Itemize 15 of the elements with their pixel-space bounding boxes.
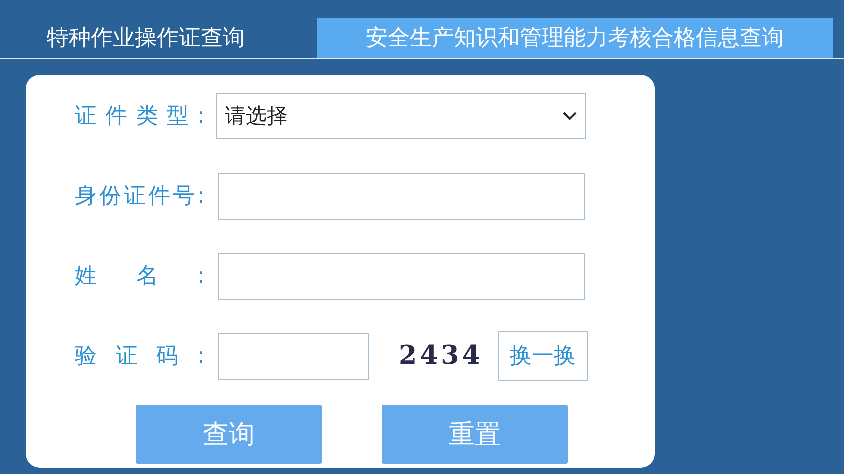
query-button[interactable]: 查询: [136, 405, 322, 464]
field-label: 姓名:: [75, 263, 205, 291]
field-label: 身份证件号:: [75, 183, 205, 211]
input-field[interactable]: [218, 252, 585, 300]
input-field[interactable]: [218, 332, 369, 380]
chevron-icon: [563, 112, 577, 120]
reset-button[interactable]: 重置: [382, 405, 568, 464]
field-label: 验证码:: [75, 343, 205, 371]
tab[interactable]: 特种作业操作证查询: [0, 18, 292, 58]
tab[interactable]: 安全生产知识和管理能力考核合格信息查询: [317, 18, 833, 58]
select-field[interactable]: 请选择: [216, 93, 586, 139]
captcha-image: 2434: [399, 341, 479, 371]
field-label: 证件类型:: [75, 103, 205, 131]
refresh-button[interactable]: 换一换: [498, 331, 588, 381]
input-field[interactable]: [218, 172, 585, 220]
